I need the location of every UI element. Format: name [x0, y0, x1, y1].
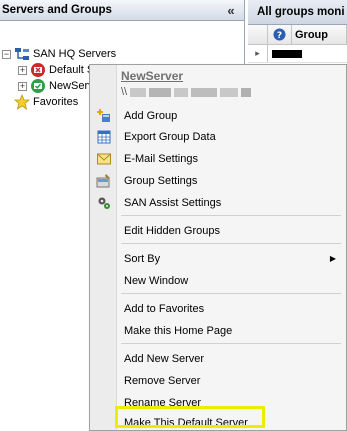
- menu-item-rename-server[interactable]: Rename Server: [90, 393, 346, 412]
- menu-item-add-group[interactable]: Add Group: [90, 106, 346, 125]
- redacted-address: [149, 87, 172, 97]
- san-servers-icon: [14, 46, 30, 62]
- redacted-address: [220, 87, 239, 97]
- collapse-panel-button[interactable]: «: [222, 2, 240, 18]
- tab-all-groups[interactable]: All groups moni: [248, 0, 347, 25]
- envelope-icon: [90, 153, 117, 165]
- menu-item-remove-server[interactable]: Remove Server: [90, 371, 346, 390]
- panel-header: Servers and Groups «: [0, 0, 244, 21]
- server-ok-icon: [30, 78, 46, 94]
- menu-item-email-settings[interactable]: E-Mail Settings: [90, 149, 346, 168]
- table-row[interactable]: ▸: [248, 45, 347, 63]
- svg-text:?: ?: [277, 31, 282, 41]
- menu-item-add-to-favorites[interactable]: Add to Favorites: [90, 299, 346, 318]
- menu-item-new-window[interactable]: New Window: [90, 271, 346, 290]
- table-icon: [90, 130, 117, 144]
- group-cell: [268, 45, 347, 62]
- gears-icon: [90, 196, 117, 210]
- help-icon[interactable]: ?: [268, 25, 292, 44]
- tree-root-row[interactable]: − SAN HQ Servers: [2, 46, 116, 62]
- menu-item-sort-by[interactable]: Sort By ▶: [90, 249, 346, 268]
- menu-separator: [121, 343, 341, 344]
- row-selector-icon: ▸: [248, 45, 268, 62]
- redacted-address: [241, 87, 252, 97]
- menu-item-export-group-data[interactable]: Export Group Data: [90, 127, 346, 146]
- submenu-arrow-icon: ▶: [329, 254, 336, 263]
- favorites-label: Favorites: [33, 96, 79, 108]
- star-icon: [14, 94, 30, 110]
- menu-item-make-default-server[interactable]: Make This Default Server: [90, 413, 346, 431]
- server-tree: − SAN HQ Servers + Default Server + NewS…: [0, 21, 244, 110]
- redacted-bar: [272, 49, 302, 58]
- server-error-icon: [30, 62, 46, 78]
- expand-expander-icon[interactable]: +: [18, 81, 27, 91]
- add-group-icon: [90, 108, 117, 123]
- menu-server-name: NewServer: [121, 69, 184, 83]
- menu-separator: [121, 215, 341, 216]
- expand-expander-icon[interactable]: +: [18, 65, 27, 75]
- menu-header: NewServer \\: [121, 69, 252, 98]
- menu-item-san-assist-settings[interactable]: SAN Assist Settings: [90, 193, 346, 212]
- panel-title: Servers and Groups: [2, 4, 112, 16]
- tree-root-label: SAN HQ Servers: [33, 48, 117, 60]
- grid-header: ? Group: [248, 25, 347, 45]
- menu-item-add-new-server[interactable]: Add New Server: [90, 349, 346, 368]
- menu-server-address: \\: [121, 86, 252, 98]
- tree-favorites[interactable]: Favorites: [14, 94, 78, 110]
- menu-item-group-settings[interactable]: Group Settings: [90, 171, 346, 190]
- group-settings-icon: [90, 173, 117, 188]
- redacted-address: [130, 87, 147, 97]
- column-header-group[interactable]: Group: [292, 25, 347, 44]
- menu-item-make-home-page[interactable]: Make this Home Page: [90, 321, 346, 340]
- redacted-address: [174, 87, 189, 97]
- address-prefix: \\: [121, 86, 128, 98]
- collapse-expander-icon[interactable]: −: [2, 49, 11, 59]
- grid-header-blank: [248, 25, 268, 44]
- redacted-address: [191, 87, 218, 97]
- menu-item-edit-hidden-groups[interactable]: Edit Hidden Groups: [90, 221, 346, 240]
- menu-separator: [121, 243, 341, 244]
- menu-separator: [121, 293, 341, 294]
- context-menu: NewServer \\ Add Group Export Group Data…: [89, 64, 347, 431]
